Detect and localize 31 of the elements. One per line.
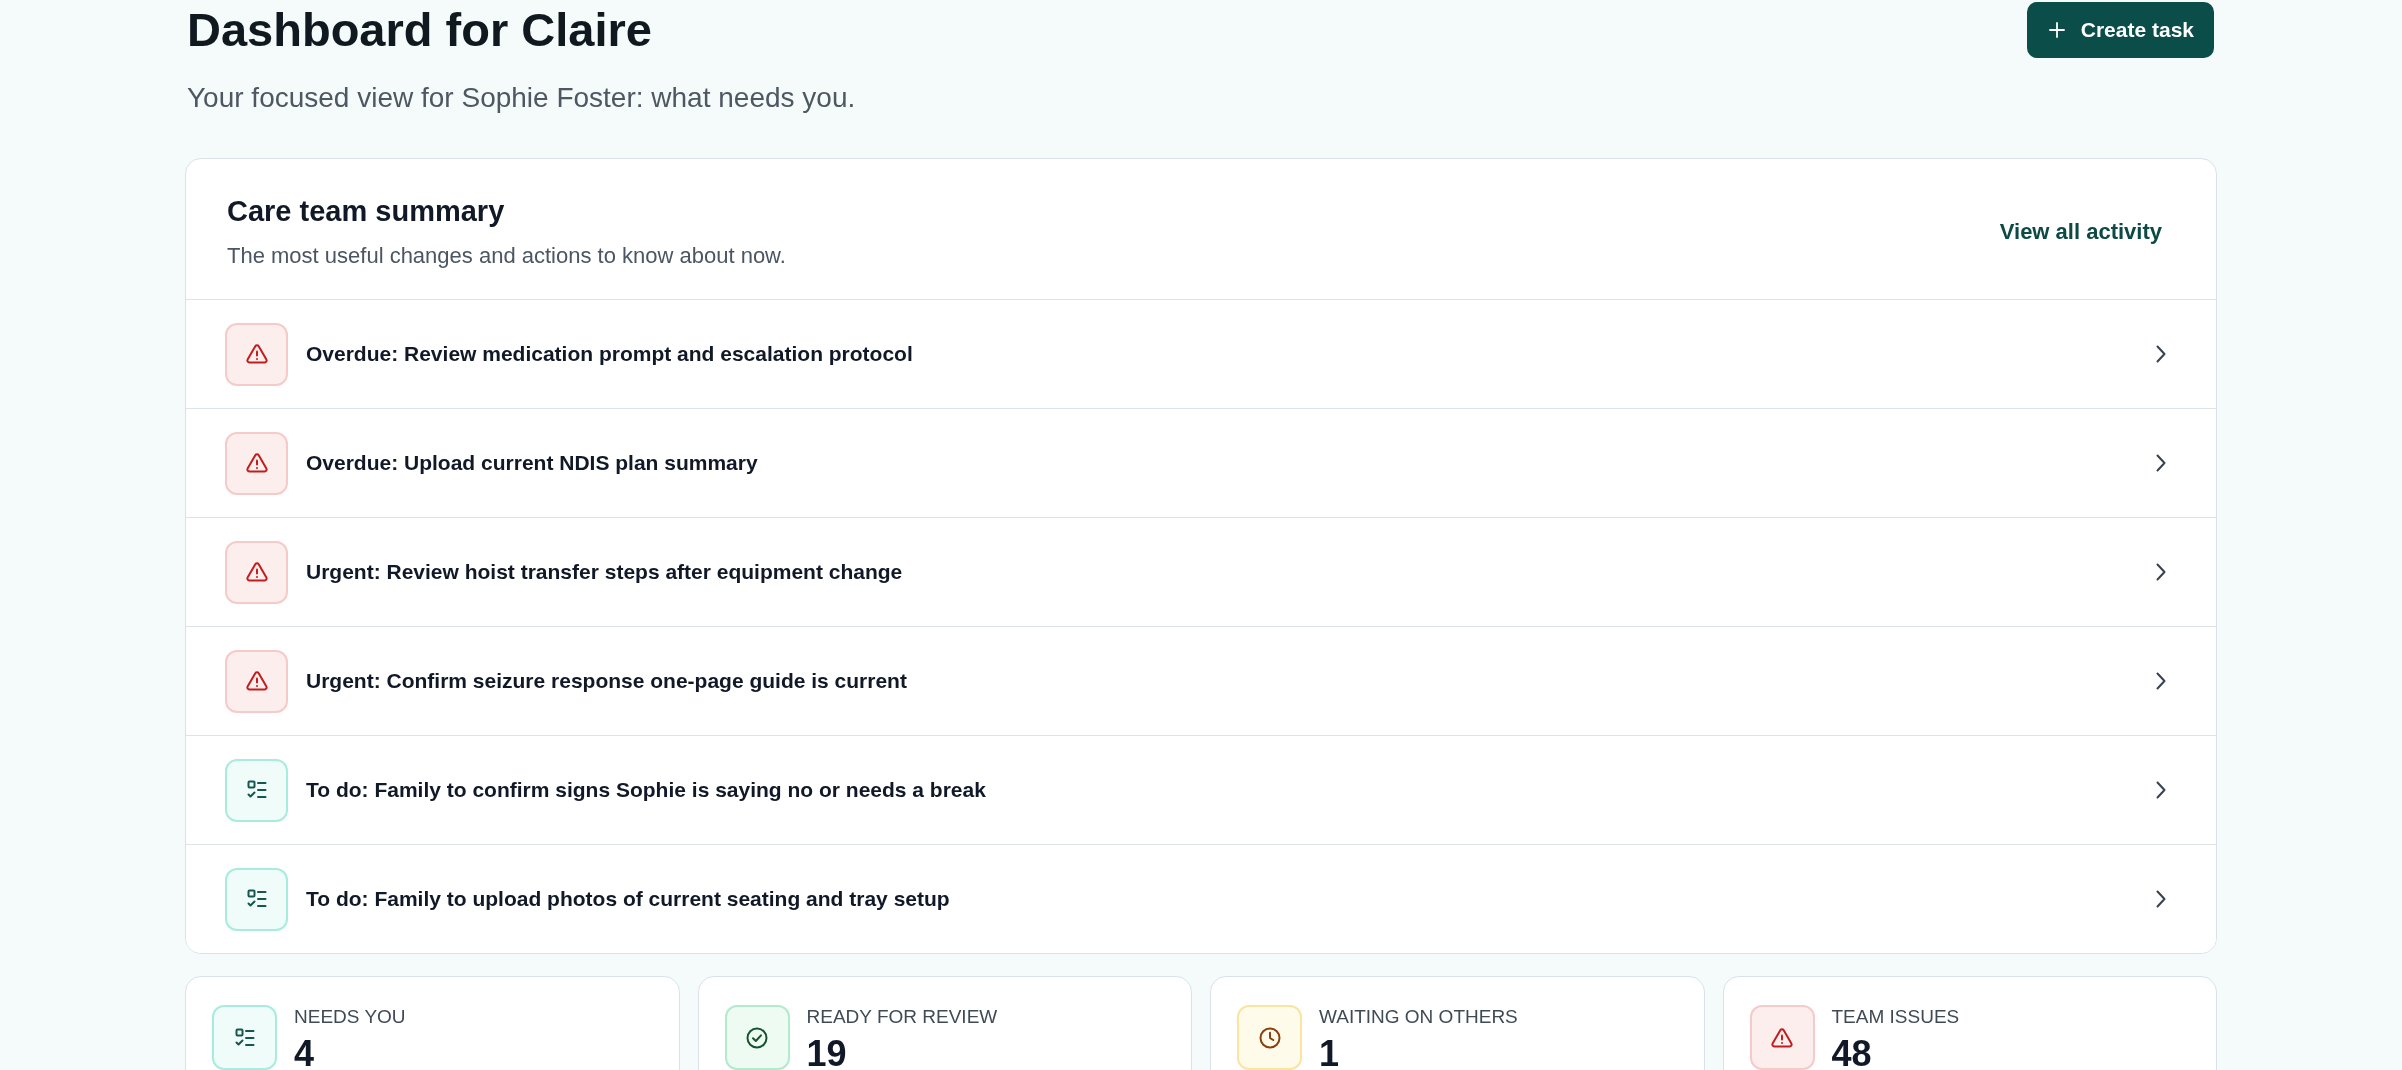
view-all-activity-link[interactable]: View all activity	[1987, 210, 2174, 254]
warning-icon	[225, 431, 288, 495]
chevron-right-icon	[2156, 672, 2166, 690]
create-task-button[interactable]: Create task	[2026, 2, 2214, 58]
warning-icon	[225, 540, 288, 604]
checklist-icon	[212, 1005, 277, 1070]
task-row[interactable]: To do: Family to upload photos of current seating and tray setup	[186, 844, 2216, 953]
stat-label: NEEDS YOU	[294, 1005, 406, 1029]
clock-icon	[1237, 1005, 1302, 1070]
card-title: Care team summary	[227, 194, 506, 229]
checklist-icon	[225, 867, 288, 931]
warning-icon	[225, 649, 288, 713]
stat-label: READY FOR REVIEW	[806, 1005, 998, 1029]
stat-label: WAITING ON OTHERS	[1319, 1005, 1518, 1029]
chevron-right-icon	[2156, 563, 2166, 581]
page-title: Dashboard for Claire	[186, 2, 653, 58]
stat-value: 19	[806, 1032, 847, 1070]
chevron-right-icon	[2156, 454, 2166, 472]
chevron-right-icon	[2156, 890, 2166, 908]
card-subtitle: The most useful changes and actions to know about now.	[227, 242, 786, 270]
stat-value: 4	[294, 1032, 315, 1070]
page-subtitle: Your focused view for Sophie Foster: what needs you.	[187, 81, 856, 115]
stat-label: TEAM ISSUES	[1831, 1005, 1960, 1029]
stat-value: 1	[1319, 1032, 1340, 1070]
chevron-right-icon	[2156, 345, 2166, 363]
stat-value: 48	[1831, 1032, 1872, 1070]
chevron-right-icon	[2156, 781, 2166, 799]
warning-icon	[225, 322, 288, 386]
warning-icon	[1749, 1005, 1815, 1070]
plus-icon	[2048, 22, 2065, 38]
checklist-icon	[225, 758, 288, 822]
